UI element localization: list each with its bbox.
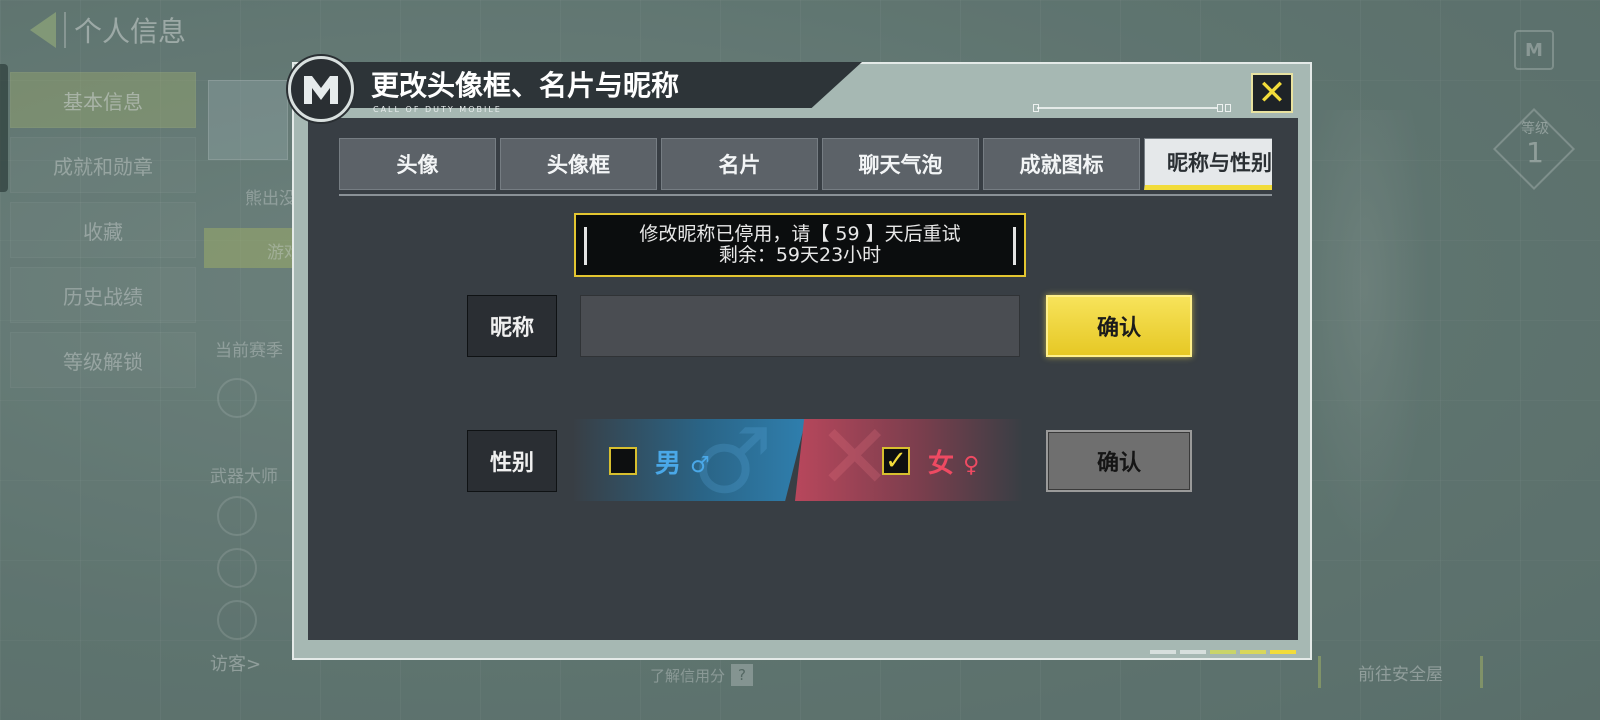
dialog-subtitle: CALL OF DUTY MOBILE bbox=[373, 105, 502, 114]
male-text: 男 bbox=[655, 449, 682, 479]
footer-decor-bars bbox=[1150, 650, 1296, 654]
checkmark-icon: ✓ bbox=[885, 446, 907, 476]
dialog-title: 更改头像框、名片与昵称 bbox=[371, 69, 680, 102]
confirm-gender-button[interactable]: 确认 bbox=[1046, 430, 1192, 492]
tab-nickname-gender[interactable]: 昵称与性别 bbox=[1144, 138, 1272, 190]
notice-bar-right bbox=[1013, 227, 1016, 265]
male-symbol-icon: ♂ bbox=[690, 453, 710, 478]
male-label: 男 ♂ bbox=[655, 443, 710, 480]
close-x-icon: ✕ bbox=[1257, 73, 1287, 113]
cooldown-notice: 修改昵称已停用，请【 59 】天后重试 剩余：59天23小时 bbox=[574, 213, 1026, 277]
codm-logo-icon bbox=[288, 56, 354, 122]
gender-label: 性别 bbox=[467, 430, 557, 492]
codm-logo-mark-icon bbox=[304, 76, 338, 104]
tab-chat-bubble[interactable]: 聊天气泡 bbox=[822, 138, 979, 190]
female-text: 女 bbox=[928, 449, 955, 479]
close-button[interactable]: ✕ bbox=[1251, 73, 1293, 113]
tab-achievement-icon[interactable]: 成就图标 bbox=[983, 138, 1140, 190]
tab-divider bbox=[339, 194, 1272, 196]
tab-name-card[interactable]: 名片 bbox=[661, 138, 818, 190]
tab-avatar[interactable]: 头像 bbox=[339, 138, 496, 190]
female-label: 女 ♀ bbox=[928, 443, 979, 480]
dialog-body bbox=[308, 118, 1298, 640]
header-decor-slider bbox=[1033, 104, 1231, 112]
notice-line-1: 修改昵称已停用，请【 59 】天后重试 bbox=[639, 223, 961, 245]
nickname-input[interactable] bbox=[580, 295, 1020, 357]
confirm-nickname-button[interactable]: 确认 bbox=[1046, 295, 1192, 357]
nickname-label: 昵称 bbox=[467, 295, 557, 357]
female-checkbox[interactable]: ✓ bbox=[882, 447, 910, 475]
notice-line-2: 剩余：59天23小时 bbox=[718, 244, 882, 266]
tab-bar: 头像 头像框 名片 聊天气泡 成就图标 昵称与性别 bbox=[339, 138, 1272, 190]
female-symbol-icon: ♀ bbox=[963, 453, 980, 478]
tab-avatar-frame[interactable]: 头像框 bbox=[500, 138, 657, 190]
notice-bar-left bbox=[584, 227, 587, 265]
male-checkbox[interactable] bbox=[609, 447, 637, 475]
